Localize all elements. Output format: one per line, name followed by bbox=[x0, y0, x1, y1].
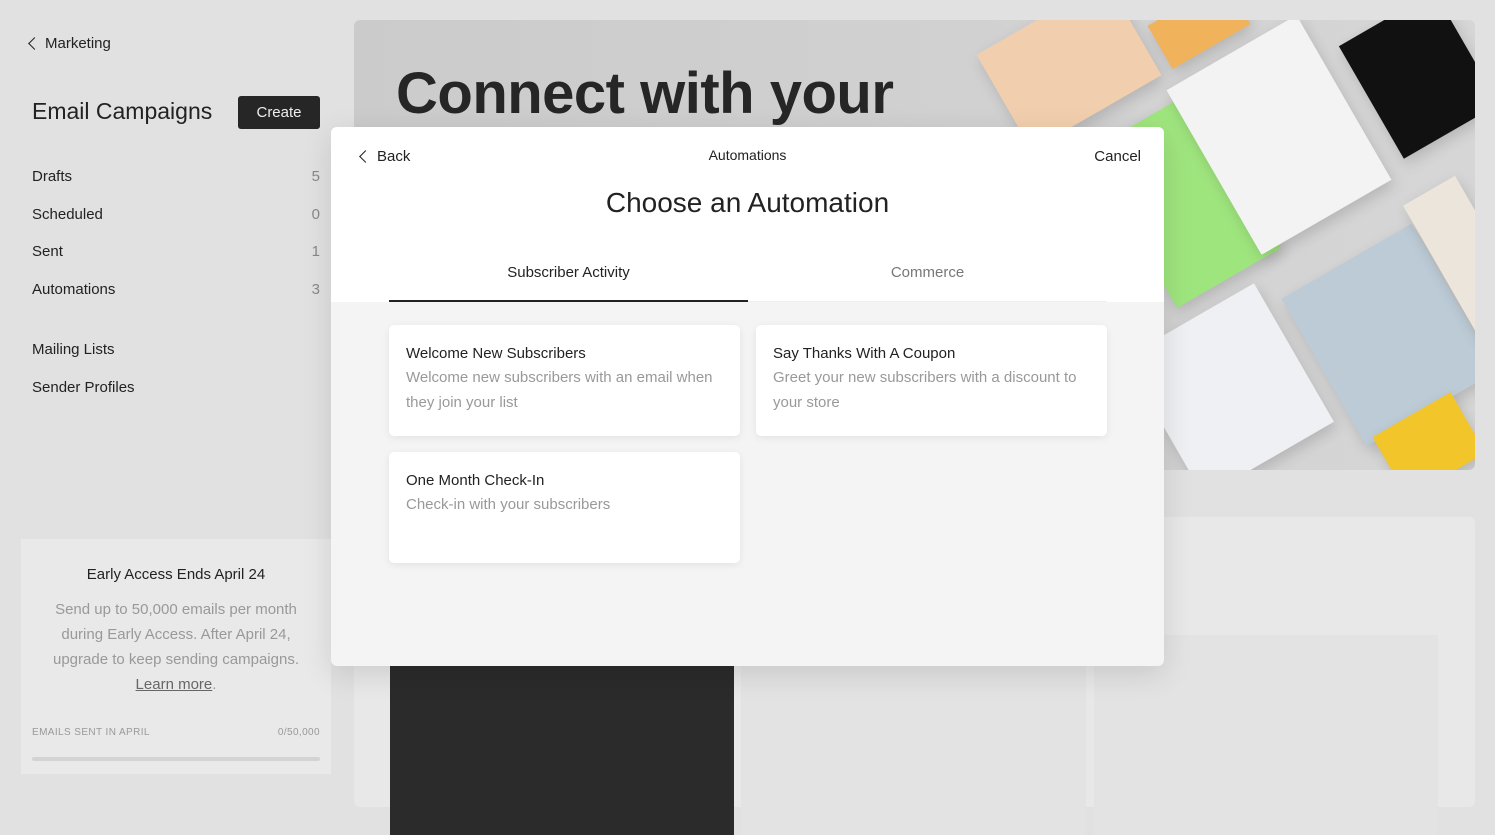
sidebar-item-automations[interactable]: Automations 3 bbox=[32, 281, 320, 298]
card-desc: Greet your new subscribers with a discou… bbox=[773, 369, 1077, 411]
early-access-panel: Early Access Ends April 24 Send up to 50… bbox=[21, 539, 331, 774]
back-label: Marketing bbox=[45, 35, 111, 52]
modal-heading: Choose an Automation bbox=[605, 187, 890, 218]
promo-title: Early Access Ends April 24 bbox=[86, 566, 266, 583]
create-button[interactable]: Create bbox=[238, 96, 320, 129]
tab-commerce[interactable]: Commerce bbox=[748, 247, 1107, 302]
learn-more-link[interactable]: Learn more bbox=[136, 676, 213, 693]
automation-card-check-in[interactable]: One Month Check-In Check-in with your sub… bbox=[389, 452, 740, 563]
sidebar-item-sender-profiles[interactable]: Sender Profiles bbox=[32, 379, 320, 396]
card-title: Welcome New Subscribers bbox=[406, 345, 586, 362]
nav-label: Drafts bbox=[32, 168, 73, 185]
automation-modal: Back Automations Cancel Choose an Automa… bbox=[331, 127, 1164, 666]
nav-count: 0 bbox=[311, 206, 320, 223]
hero-headline: Connect with your bbox=[396, 61, 894, 126]
sidebar-item-sent[interactable]: Sent 1 bbox=[32, 243, 320, 260]
modal-title: Automations bbox=[708, 147, 787, 163]
emails-progress-bar bbox=[32, 757, 320, 761]
sidebar-item-scheduled[interactable]: Scheduled 0 bbox=[32, 206, 320, 223]
nav-label: Mailing Lists bbox=[32, 341, 115, 358]
sidebar-item-mailing-lists[interactable]: Mailing Lists bbox=[32, 341, 320, 358]
page-title: Email Campaigns bbox=[32, 98, 213, 124]
nav-label: Scheduled bbox=[32, 206, 103, 223]
nav-count: 3 bbox=[311, 281, 320, 298]
emails-meter: EMAILS SENT IN APRIL 0/50,000 bbox=[32, 727, 320, 738]
chevron-left-icon bbox=[28, 37, 41, 50]
nav-count: 5 bbox=[311, 168, 320, 185]
card-title: One Month Check-In bbox=[406, 472, 545, 489]
promo-text: Send up to 50,000 emails per month durin… bbox=[52, 601, 299, 668]
automation-card-coupon[interactable]: Say Thanks With A Coupon Greet your new s… bbox=[756, 325, 1107, 436]
card-title: Say Thanks With A Coupon bbox=[773, 345, 956, 362]
promo-body: Send up to 50,000 emails per month durin… bbox=[41, 597, 311, 697]
card-desc: Check-in with your subscribers bbox=[406, 496, 611, 513]
nav-label: Sender Profiles bbox=[32, 379, 135, 396]
nav-label: Sent bbox=[32, 243, 63, 260]
cancel-button[interactable]: Cancel bbox=[1094, 148, 1141, 165]
period: . bbox=[212, 676, 217, 693]
tab-subscriber-activity[interactable]: Subscriber Activity bbox=[389, 247, 748, 302]
nav-count: 1 bbox=[311, 243, 320, 260]
meter-value: 0/50,000 bbox=[277, 727, 320, 738]
back-to-marketing[interactable]: Marketing bbox=[28, 35, 111, 52]
sidebar-item-drafts[interactable]: Drafts 5 bbox=[32, 168, 320, 185]
meter-label: EMAILS SENT IN APRIL bbox=[32, 727, 150, 738]
automation-card-welcome[interactable]: Welcome New Subscribers Welcome new subsc… bbox=[389, 325, 740, 436]
card-desc: Welcome new subscribers with an email wh… bbox=[406, 369, 713, 411]
nav-label: Automations bbox=[32, 281, 116, 298]
